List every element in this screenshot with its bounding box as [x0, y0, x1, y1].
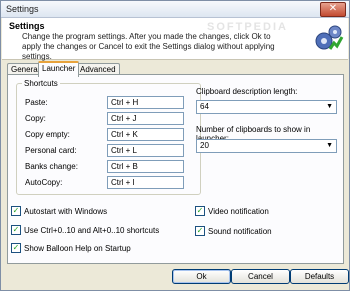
- personal-card-shortcut-input[interactable]: Ctrl + L: [107, 144, 184, 157]
- autostart-checkbox[interactable]: ✓: [11, 206, 21, 216]
- shortcuts-group-label: Shortcuts: [22, 79, 60, 88]
- balloon-help-checkbox[interactable]: ✓: [11, 243, 21, 253]
- sound-notification-checkbox[interactable]: ✓: [195, 226, 205, 236]
- cancel-button[interactable]: Cancel: [231, 269, 290, 284]
- video-notification-checkbox[interactable]: ✓: [195, 206, 205, 216]
- copy-empty-label: Copy empty:: [25, 130, 70, 139]
- tab-launcher[interactable]: Launcher: [38, 61, 80, 77]
- shortcuts-group: Shortcuts Paste: Ctrl + H Copy: Ctrl + J…: [16, 79, 201, 195]
- copy-shortcut-input[interactable]: Ctrl + J: [107, 112, 184, 125]
- settings-window: Settings ✕ Settings SOFTPEDIA Change the…: [0, 0, 350, 291]
- sound-notification-label: Sound notification: [208, 227, 272, 237]
- window-title: Settings: [6, 4, 39, 14]
- paste-label: Paste:: [25, 98, 48, 107]
- autostart-option[interactable]: ✓ Autostart with Windows: [11, 206, 108, 217]
- copy-label: Copy:: [25, 114, 46, 123]
- clipboard-description-length-value: 64: [200, 102, 209, 111]
- sound-notification-option[interactable]: ✓ Sound notification: [195, 226, 272, 237]
- number-shortcuts-checkbox[interactable]: ✓: [11, 225, 21, 235]
- close-button[interactable]: ✕: [320, 2, 346, 17]
- autostart-label: Autostart with Windows: [24, 207, 108, 217]
- defaults-button[interactable]: Defaults: [290, 269, 349, 284]
- clipboard-description-length-select[interactable]: 64 ▼: [196, 100, 337, 114]
- header-title: Settings: [9, 21, 45, 31]
- banks-change-label: Banks change:: [25, 162, 78, 171]
- chevron-down-icon: ▼: [326, 142, 333, 149]
- video-notification-label: Video notification: [208, 207, 269, 217]
- number-shortcuts-label: Use Ctrl+0..10 and Alt+0..10 shortcuts: [24, 226, 160, 236]
- number-shortcuts-option[interactable]: ✓ Use Ctrl+0..10 and Alt+0..10 shortcuts: [11, 225, 160, 236]
- clipboard-count-value: 20: [200, 141, 209, 150]
- chevron-down-icon: ▼: [326, 103, 333, 110]
- paste-shortcut-input[interactable]: Ctrl + H: [107, 96, 184, 109]
- title-bar[interactable]: Settings ✕: [1, 1, 349, 18]
- video-notification-option[interactable]: ✓ Video notification: [195, 206, 269, 217]
- autocopy-label: AutoCopy:: [25, 178, 63, 187]
- balloon-help-label: Show Balloon Help on Startup: [24, 244, 131, 254]
- dialog-header: Settings SOFTPEDIA Change the program se…: [2, 18, 348, 61]
- autocopy-shortcut-input[interactable]: Ctrl + I: [107, 176, 184, 189]
- personal-card-label: Personal card:: [25, 146, 77, 155]
- banks-change-shortcut-input[interactable]: Ctrl + B: [107, 160, 184, 173]
- launcher-tab-panel: Shortcuts Paste: Ctrl + H Copy: Ctrl + J…: [7, 74, 344, 264]
- ok-button[interactable]: Ok: [172, 269, 231, 284]
- clipboard-count-select[interactable]: 20 ▼: [196, 139, 337, 153]
- settings-gears-icon: [315, 25, 344, 50]
- copy-empty-shortcut-input[interactable]: Ctrl + K: [107, 128, 184, 141]
- balloon-help-option[interactable]: ✓ Show Balloon Help on Startup: [11, 243, 131, 254]
- clipboard-description-length-label: Clipboard description length:: [196, 87, 298, 96]
- header-description: Change the program settings. After you m…: [22, 32, 275, 61]
